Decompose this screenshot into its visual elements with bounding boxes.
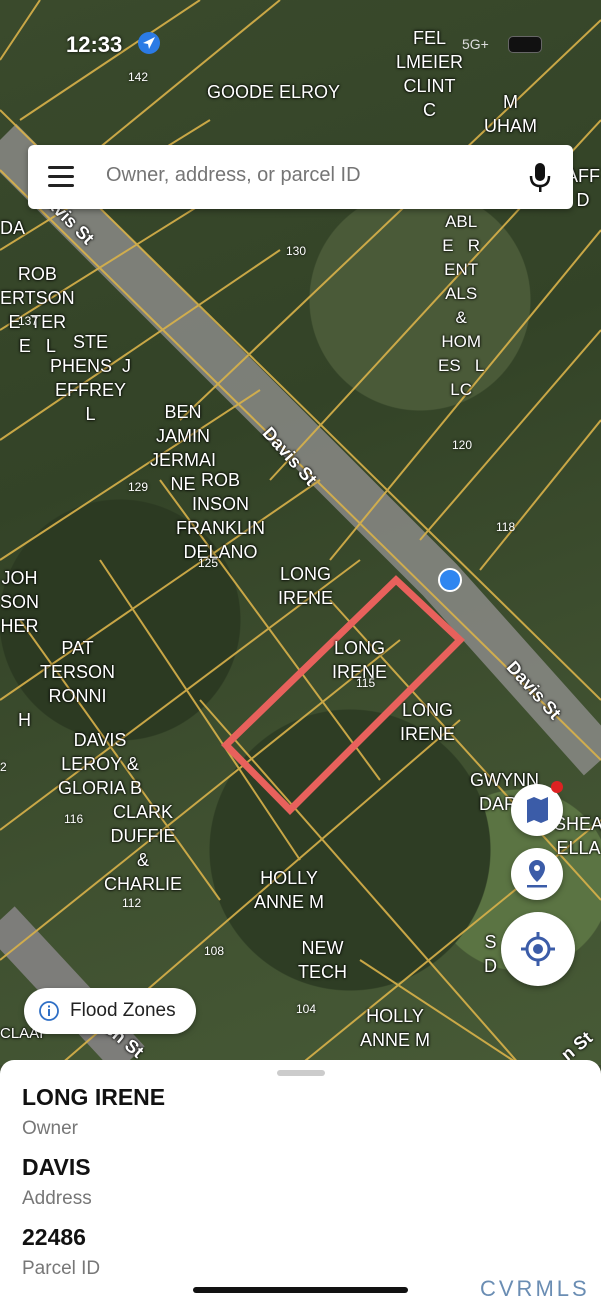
- search-bar[interactable]: [28, 145, 573, 209]
- owner-label: NEW TECH: [298, 938, 347, 982]
- owner-label: DA: [0, 218, 26, 238]
- notification-dot: [551, 781, 563, 793]
- house-number: 116: [64, 812, 84, 826]
- pin-icon: [527, 860, 547, 888]
- owner-label: CLARK DUFFIE & CHARLIE: [104, 802, 183, 894]
- house-number: 118: [496, 520, 516, 534]
- parcel-id-caption: Parcel ID: [22, 1258, 101, 1279]
- owner-label: LONG IRENE: [278, 564, 334, 608]
- address-value: DAVIS: [22, 1154, 91, 1180]
- owner-label: DAVIS LEROY & GLORIA B: [58, 730, 143, 798]
- house-number: 142: [128, 70, 149, 84]
- owner-label: S D: [484, 932, 497, 976]
- info-icon: [39, 1001, 59, 1021]
- status-time: 12:33: [66, 32, 123, 57]
- house-number: 2: [0, 760, 7, 774]
- owner-label: ROB INSON FRANKLIN DELANO: [176, 470, 266, 562]
- house-number: 112: [122, 896, 142, 910]
- address-caption: Address: [22, 1188, 92, 1209]
- house-number: 120: [452, 438, 473, 452]
- battery-icon: [508, 36, 542, 53]
- owner-label: JOH SON HER: [0, 568, 40, 636]
- owner-caption: Owner: [22, 1118, 78, 1139]
- status-bar: 12:33 5G+: [0, 28, 601, 64]
- crosshair-icon: [521, 932, 555, 966]
- owner-label: M UHAM: [484, 92, 537, 136]
- sheet-drag-handle[interactable]: [277, 1070, 325, 1076]
- owner-label: HOLLY ANNE M: [254, 868, 325, 912]
- search-input[interactable]: [104, 163, 488, 188]
- owner-label: STE PHENS J EFFREY L: [50, 332, 132, 424]
- house-number: 125: [198, 556, 219, 570]
- owner-label: LONG IRENE: [400, 700, 456, 744]
- house-number: 104: [296, 1002, 317, 1016]
- microphone-icon[interactable]: [528, 161, 552, 195]
- brand-logo: CVRMLS: [480, 1276, 590, 1301]
- location-arrow-icon: [138, 32, 160, 54]
- house-number: 108: [204, 944, 225, 958]
- menu-icon[interactable]: [48, 166, 74, 188]
- house-number: 129: [128, 480, 149, 494]
- place-pin-button[interactable]: [511, 848, 563, 900]
- home-indicator: [193, 1287, 408, 1293]
- flood-zones-button[interactable]: Flood Zones: [24, 988, 196, 1034]
- parcel-details-sheet[interactable]: LONG IRENE Owner DAVIS Address 22486 Par…: [0, 1060, 601, 1305]
- network-label: 5G+: [462, 36, 489, 52]
- map-layers-button[interactable]: [511, 781, 563, 836]
- house-number: 137: [18, 314, 39, 328]
- house-number: 130: [286, 244, 307, 258]
- owner-label: GOODE ELROY: [207, 82, 341, 102]
- my-location-button[interactable]: [501, 912, 575, 986]
- house-number: 115: [356, 676, 376, 690]
- owner-value: LONG IRENE: [22, 1084, 166, 1110]
- owner-label: H: [18, 710, 31, 730]
- owner-label: PAT TERSON RONNI: [40, 638, 116, 706]
- owner-label: ABL E R ENT ALS & HOM ES L LC: [438, 212, 485, 399]
- flood-zones-label: Flood Zones: [70, 1000, 176, 1021]
- owner-label: HOLLY ANNE M: [360, 1006, 431, 1050]
- parcel-id-value: 22486: [22, 1224, 86, 1250]
